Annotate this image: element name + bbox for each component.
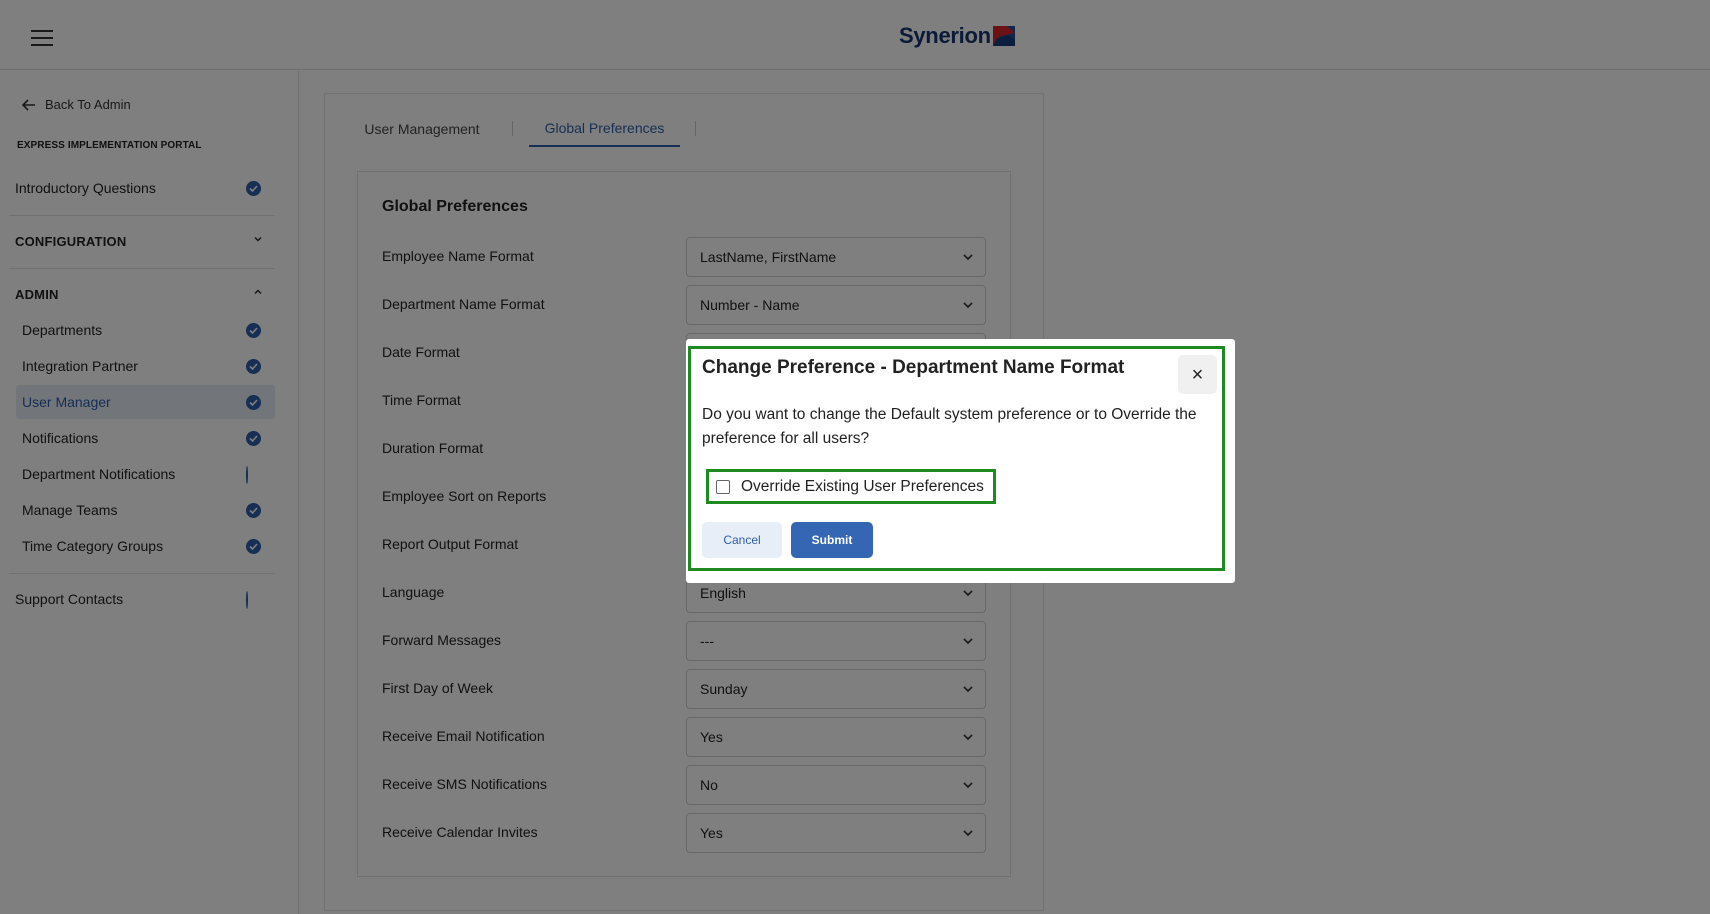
override-checkbox[interactable] xyxy=(716,479,730,494)
override-checkbox-label[interactable]: Override Existing User Preferences xyxy=(741,478,984,496)
dialog-title: Change Preference - Department Name Form… xyxy=(702,357,1125,378)
cancel-button[interactable]: Cancel xyxy=(702,522,782,558)
submit-button[interactable]: Submit xyxy=(791,522,873,558)
override-checkbox-row[interactable]: Override Existing User Preferences xyxy=(706,469,996,504)
close-icon: × xyxy=(1191,363,1204,386)
close-button[interactable]: × xyxy=(1178,355,1217,394)
dialog-message: Do you want to change the Default system… xyxy=(702,406,1197,447)
